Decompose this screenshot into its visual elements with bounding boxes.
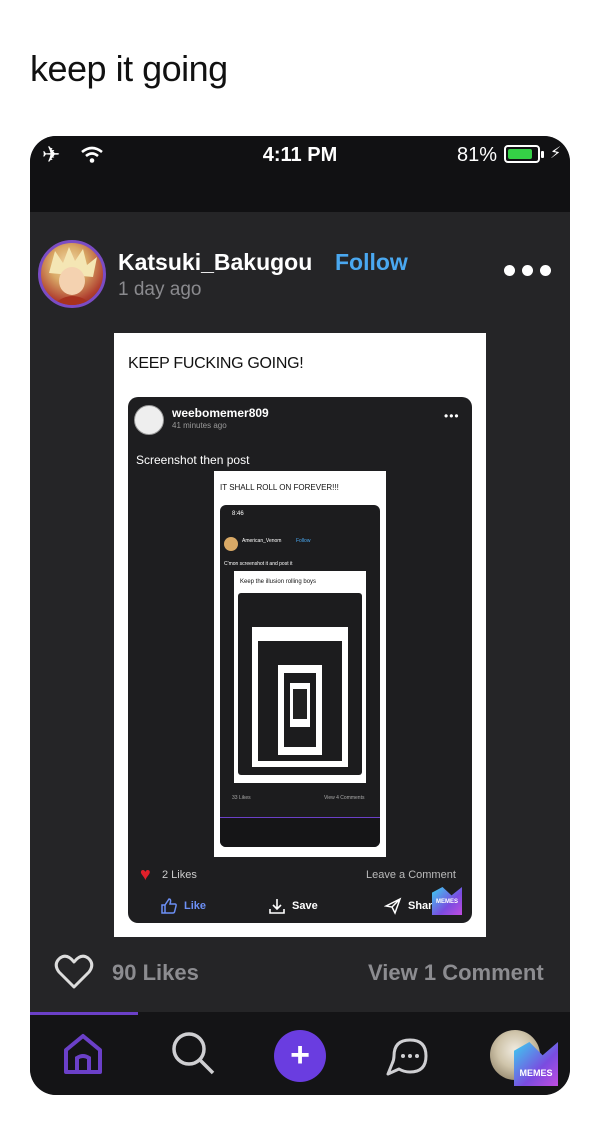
active-tab-indicator	[30, 1012, 138, 1015]
nested-follow: Follow	[296, 538, 311, 544]
avatar-art	[49, 247, 97, 305]
nested-nav-bar	[220, 817, 380, 847]
embedded-text: Screenshot then post	[136, 453, 250, 467]
embedded-time: 41 minutes ago	[172, 421, 227, 430]
embedded-like-button: Like	[160, 897, 206, 915]
nested-inner-title: Keep the illusion rolling boys	[240, 579, 317, 585]
battery-percent: 81%	[457, 144, 498, 166]
post-image[interactable]: KEEP FUCKING GOING! weebomemer809 41 min…	[114, 333, 486, 937]
nested-avatar	[224, 537, 238, 551]
nested-likes: 33 Likes	[232, 795, 251, 801]
embedded-save-label: Save	[292, 900, 318, 912]
recursive-screenshot	[238, 593, 362, 775]
heart-filled-icon: ♥	[140, 864, 151, 884]
bottom-nav-bar: + MEMES	[30, 1012, 570, 1095]
nested-comments: View 4 Comments	[324, 795, 365, 801]
nested-image-title: IT SHALL ROLL ON FOREVER!!!	[220, 483, 339, 492]
home-icon[interactable]	[58, 1028, 108, 1078]
author-avatar[interactable]	[38, 240, 106, 308]
nested-phone: 8:46 American_Venom Follow C'mon screens…	[220, 505, 380, 847]
thumbs-up-icon	[161, 898, 177, 914]
send-icon	[384, 897, 402, 915]
nested-post-image: IT SHALL ROLL ON FOREVER!!! 8:46 America…	[214, 471, 386, 857]
download-icon	[269, 899, 285, 914]
embedded-save-button: Save	[268, 897, 318, 915]
embedded-username: weebomemer809	[172, 406, 269, 420]
like-count: 90 Likes	[112, 960, 199, 985]
memes-logo-small: MEMES	[432, 887, 462, 915]
caption-text: keep it going	[30, 48, 228, 89]
phone-screenshot: ✈ 4:11 PM 81% ⚡ Katsuki_Bakugou Follow 1…	[30, 136, 570, 1095]
embedded-leave-comment: Leave a Comment	[366, 869, 456, 881]
embedded-more-icon: •••	[444, 409, 460, 423]
more-options-icon[interactable]	[504, 260, 556, 280]
battery-tip	[541, 151, 544, 158]
chat-icon[interactable]	[382, 1028, 432, 1078]
author-username[interactable]: Katsuki_Bakugou	[118, 249, 312, 276]
embedded-share-button: Share	[384, 897, 439, 915]
nested-inner-post: Keep the illusion rolling boys	[234, 571, 366, 783]
nested-username: American_Venom	[242, 538, 282, 544]
nested-time: 8:46	[232, 511, 244, 517]
embedded-post-card: weebomemer809 41 minutes ago ••• Screens…	[128, 397, 472, 923]
post-image-title: KEEP FUCKING GOING!	[128, 355, 304, 372]
embedded-avatar	[134, 405, 164, 435]
search-icon[interactable]	[168, 1028, 218, 1078]
embedded-like-label: Like	[184, 900, 207, 912]
plus-icon[interactable]: +	[274, 1030, 326, 1082]
view-comments-link[interactable]: View 1 Comment	[368, 960, 544, 986]
embedded-likes: 2 Likes	[162, 869, 197, 881]
heart-icon[interactable]	[54, 954, 94, 990]
follow-button[interactable]: Follow	[335, 249, 408, 276]
status-bar: ✈ 4:11 PM 81% ⚡	[30, 136, 570, 212]
charging-bolt-icon: ⚡	[550, 145, 562, 162]
battery-icon	[504, 145, 540, 163]
post-time: 1 day ago	[118, 279, 202, 300]
nested-text: C'mon screenshot it and post it	[224, 561, 293, 567]
post-actions-row: 90 Likes View 1 Comment	[30, 950, 570, 996]
